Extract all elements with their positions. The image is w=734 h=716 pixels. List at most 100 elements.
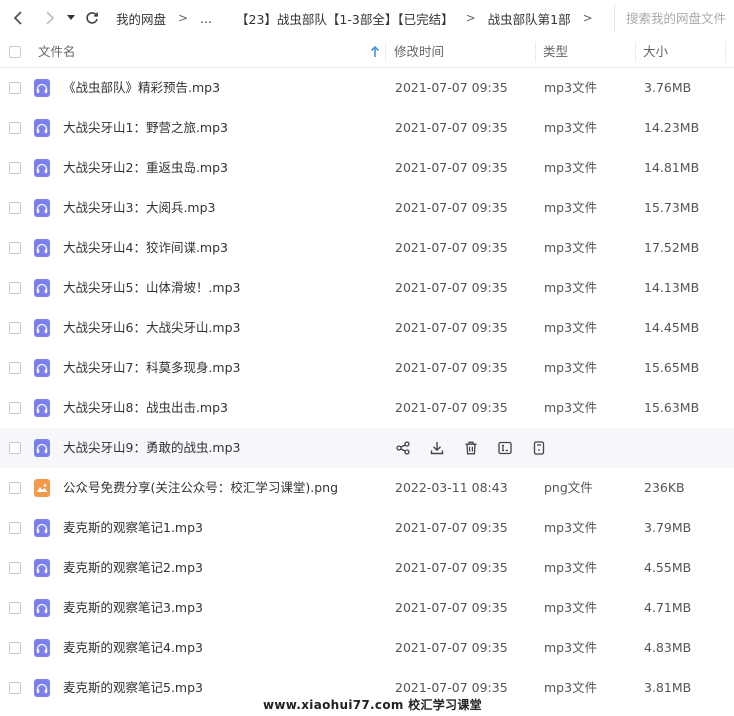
- search-input[interactable]: [626, 10, 734, 26]
- audio-file-icon: [34, 159, 50, 177]
- file-row[interactable]: 麦克斯的观察笔记3.mp3 2021-07-07 09:35 mp3文件 4.71MB: [0, 588, 734, 628]
- file-size: 3.79MB: [644, 520, 692, 535]
- row-checkbox[interactable]: [9, 122, 21, 134]
- audio-file-icon: [34, 119, 50, 137]
- file-row[interactable]: 麦克斯的观察笔记1.mp3 2021-07-07 09:35 mp3文件 3.79MB: [0, 508, 734, 548]
- file-row[interactable]: 大战尖牙山6：大战尖牙山.mp3 2021-07-07 09:35 mp3文件 14.…: [0, 308, 734, 348]
- file-size: 3.76MB: [644, 80, 692, 95]
- row-checkbox[interactable]: [9, 602, 21, 614]
- file-modified-time: 2021-07-07 09:35: [395, 560, 508, 575]
- file-name[interactable]: 麦克斯的观察笔记3.mp3: [63, 588, 203, 628]
- audio-file-icon: [34, 559, 50, 577]
- file-name[interactable]: 公众号免费分享(关注公众号：校汇学习课堂).png: [63, 468, 338, 508]
- breadcrumb-item[interactable]: 【23】战虫部队【1-3部全】【已完结】: [236, 9, 454, 28]
- file-type: mp3文件: [544, 640, 598, 655]
- column-divider: [635, 42, 636, 62]
- file-modified-time: 2022-03-11 08:43: [395, 480, 508, 495]
- file-row[interactable]: 大战尖牙山7：科莫多现身.mp3 2021-07-07 09:35 mp3文件 15.…: [0, 348, 734, 388]
- file-modified-time: 2021-07-07 09:35: [395, 240, 508, 255]
- row-checkbox[interactable]: [9, 482, 21, 494]
- file-modified-time: 2021-07-07 09:35: [395, 160, 508, 175]
- audio-file-icon: [34, 399, 50, 417]
- chevron-left-icon[interactable]: [6, 0, 30, 36]
- file-type: mp3文件: [544, 160, 598, 175]
- file-size: 4.83MB: [644, 640, 692, 655]
- file-list: 《战虫部队》精彩预告.mp3 2021-07-07 09:35 mp3文件 3.76M…: [0, 68, 734, 708]
- file-name[interactable]: 大战尖牙山4：狡诈间谍.mp3: [63, 228, 228, 268]
- row-checkbox[interactable]: [9, 282, 21, 294]
- more-icon[interactable]: [530, 439, 548, 457]
- file-type: mp3文件: [544, 680, 598, 695]
- file-name[interactable]: 大战尖牙山2：重返虫岛.mp3: [63, 148, 228, 188]
- file-modified-time: 2021-07-07 09:35: [395, 280, 508, 295]
- file-name[interactable]: 麦克斯的观察笔记5.mp3: [63, 668, 203, 708]
- file-name[interactable]: 大战尖牙山6：大战尖牙山.mp3: [63, 308, 241, 348]
- row-checkbox[interactable]: [9, 322, 21, 334]
- file-row[interactable]: 大战尖牙山8：战虫出击.mp3 2021-07-07 09:35 mp3文件 15.6…: [0, 388, 734, 428]
- file-type: mp3文件: [544, 600, 598, 615]
- column-header-modified[interactable]: 修改时间: [394, 36, 444, 67]
- file-type: png文件: [544, 480, 593, 495]
- row-checkbox[interactable]: [9, 202, 21, 214]
- row-checkbox[interactable]: [9, 82, 21, 94]
- sort-ascending-icon[interactable]: [370, 46, 380, 58]
- row-checkbox[interactable]: [9, 242, 21, 254]
- file-size: 14.13MB: [644, 280, 700, 295]
- file-name[interactable]: 麦克斯的观察笔记1.mp3: [63, 508, 203, 548]
- column-divider: [535, 42, 536, 62]
- file-name[interactable]: 大战尖牙山1：野营之旅.mp3: [63, 108, 228, 148]
- file-row[interactable]: 麦克斯的观察笔记4.mp3 2021-07-07 09:35 mp3文件 4.83MB: [0, 628, 734, 668]
- file-row[interactable]: 大战尖牙山2：重返虫岛.mp3 2021-07-07 09:35 mp3文件 14.8…: [0, 148, 734, 188]
- search-box: [614, 4, 734, 32]
- column-divider: [385, 42, 386, 62]
- row-checkbox[interactable]: [9, 162, 21, 174]
- refresh-icon[interactable]: [80, 0, 104, 36]
- file-row[interactable]: 公众号免费分享(关注公众号：校汇学习课堂).png 2022-03-11 08:4…: [0, 468, 734, 508]
- column-header-name[interactable]: 文件名: [38, 36, 76, 67]
- row-checkbox[interactable]: [9, 442, 21, 454]
- row-checkbox[interactable]: [9, 642, 21, 654]
- image-file-icon: [34, 479, 50, 497]
- file-name[interactable]: 《战虫部队》精彩预告.mp3: [63, 68, 220, 108]
- file-row[interactable]: 《战虫部队》精彩预告.mp3 2021-07-07 09:35 mp3文件 3.76M…: [0, 68, 734, 108]
- file-name[interactable]: 大战尖牙山7：科莫多现身.mp3: [63, 348, 241, 388]
- file-name[interactable]: 大战尖牙山9：勇敢的战虫.mp3: [63, 428, 241, 468]
- share-icon[interactable]: [394, 439, 412, 457]
- rename-icon[interactable]: [496, 439, 514, 457]
- file-type: mp3文件: [544, 120, 598, 135]
- delete-icon[interactable]: [462, 439, 480, 457]
- row-checkbox[interactable]: [9, 362, 21, 374]
- audio-file-icon: [34, 279, 50, 297]
- breadcrumb-separator: >: [582, 11, 593, 25]
- row-checkbox[interactable]: [9, 402, 21, 414]
- file-row[interactable]: 麦克斯的观察笔记2.mp3 2021-07-07 09:35 mp3文件 4.55MB: [0, 548, 734, 588]
- file-size: 15.65MB: [644, 360, 700, 375]
- file-row[interactable]: 大战尖牙山1：野营之旅.mp3 2021-07-07 09:35 mp3文件 14.2…: [0, 108, 734, 148]
- file-modified-time: 2021-07-07 09:35: [395, 320, 508, 335]
- file-name[interactable]: 麦克斯的观察笔记2.mp3: [63, 548, 203, 588]
- breadcrumb-current[interactable]: 战虫部队第1部: [488, 9, 571, 28]
- file-row[interactable]: 大战尖牙山3：大阅兵.mp3 2021-07-07 09:35 mp3文件 15.73…: [0, 188, 734, 228]
- chevron-right-icon[interactable]: [38, 0, 62, 36]
- file-modified-time: 2021-07-07 09:35: [395, 640, 508, 655]
- row-checkbox[interactable]: [9, 522, 21, 534]
- row-checkbox[interactable]: [9, 682, 21, 694]
- breadcrumb-ellipsis[interactable]: ...: [200, 11, 212, 26]
- breadcrumb-item[interactable]: 我的网盘: [116, 9, 166, 28]
- file-modified-time: 2021-07-07 09:35: [395, 80, 508, 95]
- row-checkbox[interactable]: [9, 562, 21, 574]
- file-row[interactable]: 大战尖牙山9：勇敢的战虫.mp3: [0, 428, 734, 468]
- file-name[interactable]: 大战尖牙山3：大阅兵.mp3: [63, 188, 216, 228]
- column-header-size[interactable]: 大小: [643, 36, 668, 67]
- file-row[interactable]: 大战尖牙山4：狡诈间谍.mp3 2021-07-07 09:35 mp3文件 17.5…: [0, 228, 734, 268]
- download-icon[interactable]: [428, 439, 446, 457]
- file-row[interactable]: 大战尖牙山5：山体滑坡！.mp3 2021-07-07 09:35 mp3文件 14.…: [0, 268, 734, 308]
- caret-down-icon[interactable]: [64, 0, 78, 36]
- file-modified-time: 2021-07-07 09:35: [395, 600, 508, 615]
- column-header-type[interactable]: 类型: [543, 36, 568, 67]
- file-name[interactable]: 大战尖牙山5：山体滑坡！.mp3: [63, 268, 241, 308]
- file-name[interactable]: 麦克斯的观察笔记4.mp3: [63, 628, 203, 668]
- file-name[interactable]: 大战尖牙山8：战虫出击.mp3: [63, 388, 228, 428]
- table-header: 文件名 修改时间 类型 大小: [0, 36, 734, 68]
- select-all-checkbox[interactable]: [9, 46, 21, 58]
